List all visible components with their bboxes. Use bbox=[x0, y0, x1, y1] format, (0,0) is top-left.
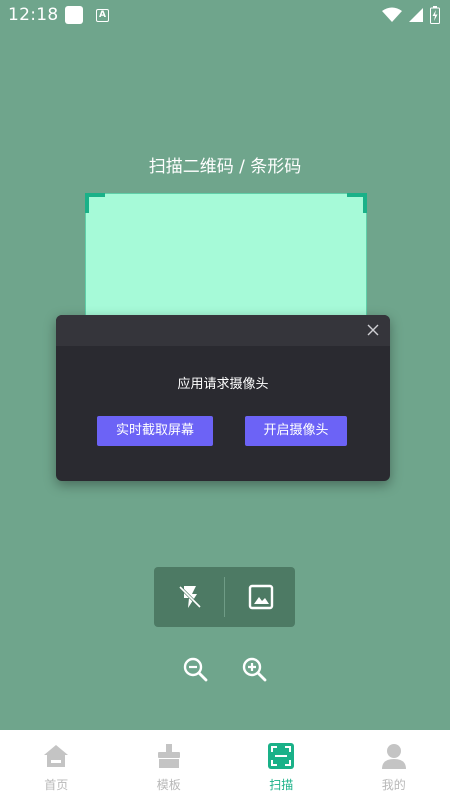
nav-label-template: 模板 bbox=[156, 778, 181, 792]
profile-icon bbox=[381, 744, 406, 769]
viewfinder-corner-top-right bbox=[347, 193, 367, 213]
open-camera-button[interactable]: 开启摄像头 bbox=[245, 416, 347, 446]
nav-item-profile[interactable]: 我的 bbox=[338, 730, 450, 800]
scan-tools-panel bbox=[154, 567, 295, 627]
scan-title: 扫描二维码 / 条形码 bbox=[148, 157, 302, 177]
tool-divider bbox=[224, 577, 225, 617]
status-bar: 12:18 A bbox=[0, 0, 450, 30]
nav-item-scan[interactable]: 扫描 bbox=[225, 730, 338, 800]
bottom-nav: 首页 模板 扫描 我的 bbox=[0, 730, 450, 800]
template-icon bbox=[157, 744, 180, 768]
zoom-in-icon[interactable] bbox=[241, 656, 267, 682]
close-icon[interactable] bbox=[365, 322, 381, 338]
status-icons bbox=[382, 6, 440, 24]
capture-screen-button[interactable]: 实时截取屏幕 bbox=[97, 416, 213, 446]
camera-request-dialog: 应用请求摄像头 实时截取屏幕 开启摄像头 bbox=[56, 315, 390, 481]
wifi-icon bbox=[382, 7, 402, 22]
flash-off-icon[interactable] bbox=[174, 581, 206, 613]
zoom-out-icon[interactable] bbox=[182, 656, 208, 682]
viewfinder-corner-top-left bbox=[85, 193, 105, 213]
cellular-signal-icon bbox=[409, 8, 423, 22]
gallery-icon[interactable] bbox=[247, 583, 275, 611]
home-icon bbox=[44, 745, 69, 767]
scan-viewfinder bbox=[85, 193, 367, 334]
dialog-header bbox=[56, 315, 390, 346]
nav-label-profile: 我的 bbox=[381, 778, 406, 792]
scan-icon bbox=[268, 743, 295, 769]
nav-item-home[interactable]: 首页 bbox=[0, 730, 113, 800]
nav-label-home: 首页 bbox=[44, 778, 69, 792]
notification-letter-icon: A bbox=[96, 9, 109, 22]
status-time: 12:18 bbox=[8, 5, 59, 25]
notification-app-icon bbox=[65, 6, 83, 24]
battery-charging-icon bbox=[430, 6, 440, 24]
nav-label-scan: 扫描 bbox=[269, 778, 294, 792]
nav-item-template[interactable]: 模板 bbox=[113, 730, 226, 800]
dialog-message: 应用请求摄像头 bbox=[177, 377, 269, 392]
